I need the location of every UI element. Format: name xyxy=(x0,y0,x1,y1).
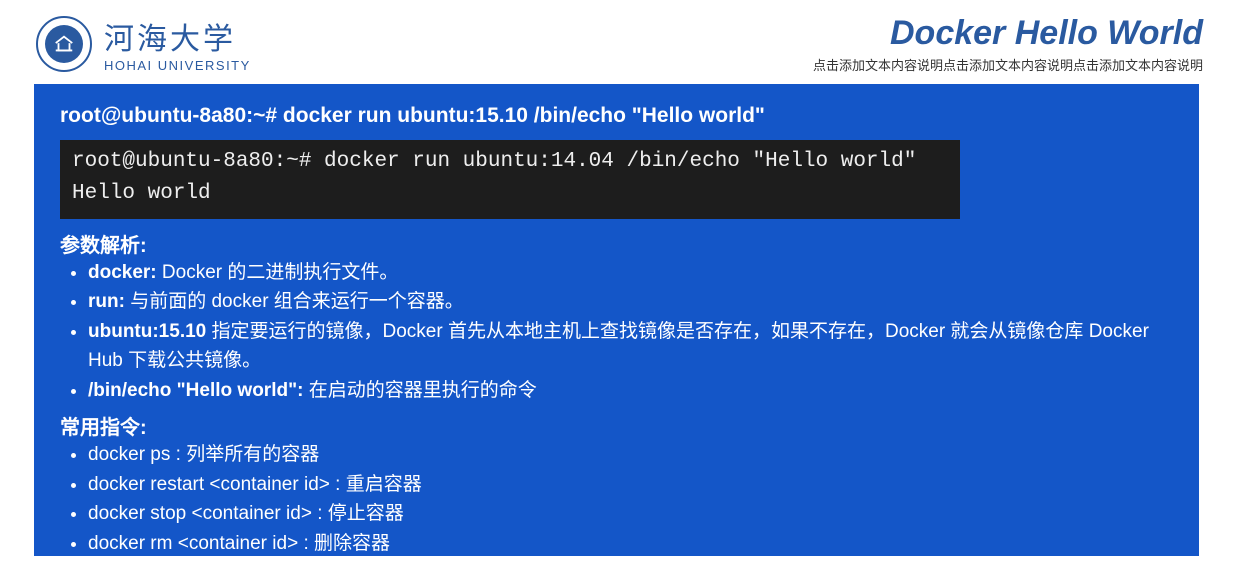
param-item: /bin/echo "Hello world": 在启动的容器里执行的命令 xyxy=(88,376,1173,405)
cmd-item: docker restart <container id> : 重启容器 xyxy=(88,470,1173,499)
terminal-line: Hello world xyxy=(72,178,948,210)
param-item: ubuntu:15.10 指定要运行的镜像，Docker 首先从本地主机上查找镜… xyxy=(88,317,1173,376)
param-list: docker: Docker 的二进制执行文件。run: 与前面的 docker… xyxy=(60,258,1173,405)
cmd-item: docker ps : 列举所有的容器 xyxy=(88,440,1173,469)
command-heading: root@ubuntu-8a80:~# docker run ubuntu:15… xyxy=(60,104,1173,128)
param-item: run: 与前面的 docker 组合来运行一个容器。 xyxy=(88,287,1173,316)
params-heading: 参数解析: xyxy=(60,229,1173,258)
university-name-cn: 河海大学 xyxy=(104,14,251,58)
cmd-item: docker stop <container id> : 停止容器 xyxy=(88,499,1173,528)
title-block: Docker Hello World 点击添加文本内容说明点击添加文本内容说明点… xyxy=(813,14,1203,74)
cmd-item: docker exec –it <container id> /bin/bash… xyxy=(88,558,1173,587)
page-subtitle: 点击添加文本内容说明点击添加文本内容说明点击添加文本内容说明 xyxy=(813,55,1203,74)
content-panel: root@ubuntu-8a80:~# docker run ubuntu:15… xyxy=(34,84,1199,556)
cmd-list: docker ps : 列举所有的容器docker restart <conta… xyxy=(60,440,1173,587)
terminal-output: root@ubuntu-8a80:~# docker run ubuntu:14… xyxy=(60,140,960,219)
logo-block: 河海大学 HOHAI UNIVERSITY xyxy=(36,14,251,73)
page-title: Docker Hello World xyxy=(813,14,1203,53)
cmds-heading: 常用指令: xyxy=(60,411,1173,440)
logo-text: 河海大学 HOHAI UNIVERSITY xyxy=(104,14,251,73)
header: 河海大学 HOHAI UNIVERSITY Docker Hello World… xyxy=(0,0,1233,84)
university-name-en: HOHAI UNIVERSITY xyxy=(104,58,251,73)
cmd-item: docker rm <container id> : 删除容器 xyxy=(88,529,1173,558)
terminal-line: root@ubuntu-8a80:~# docker run ubuntu:14… xyxy=(72,146,948,178)
param-item: docker: Docker 的二进制执行文件。 xyxy=(88,258,1173,287)
university-logo-icon xyxy=(36,16,92,72)
